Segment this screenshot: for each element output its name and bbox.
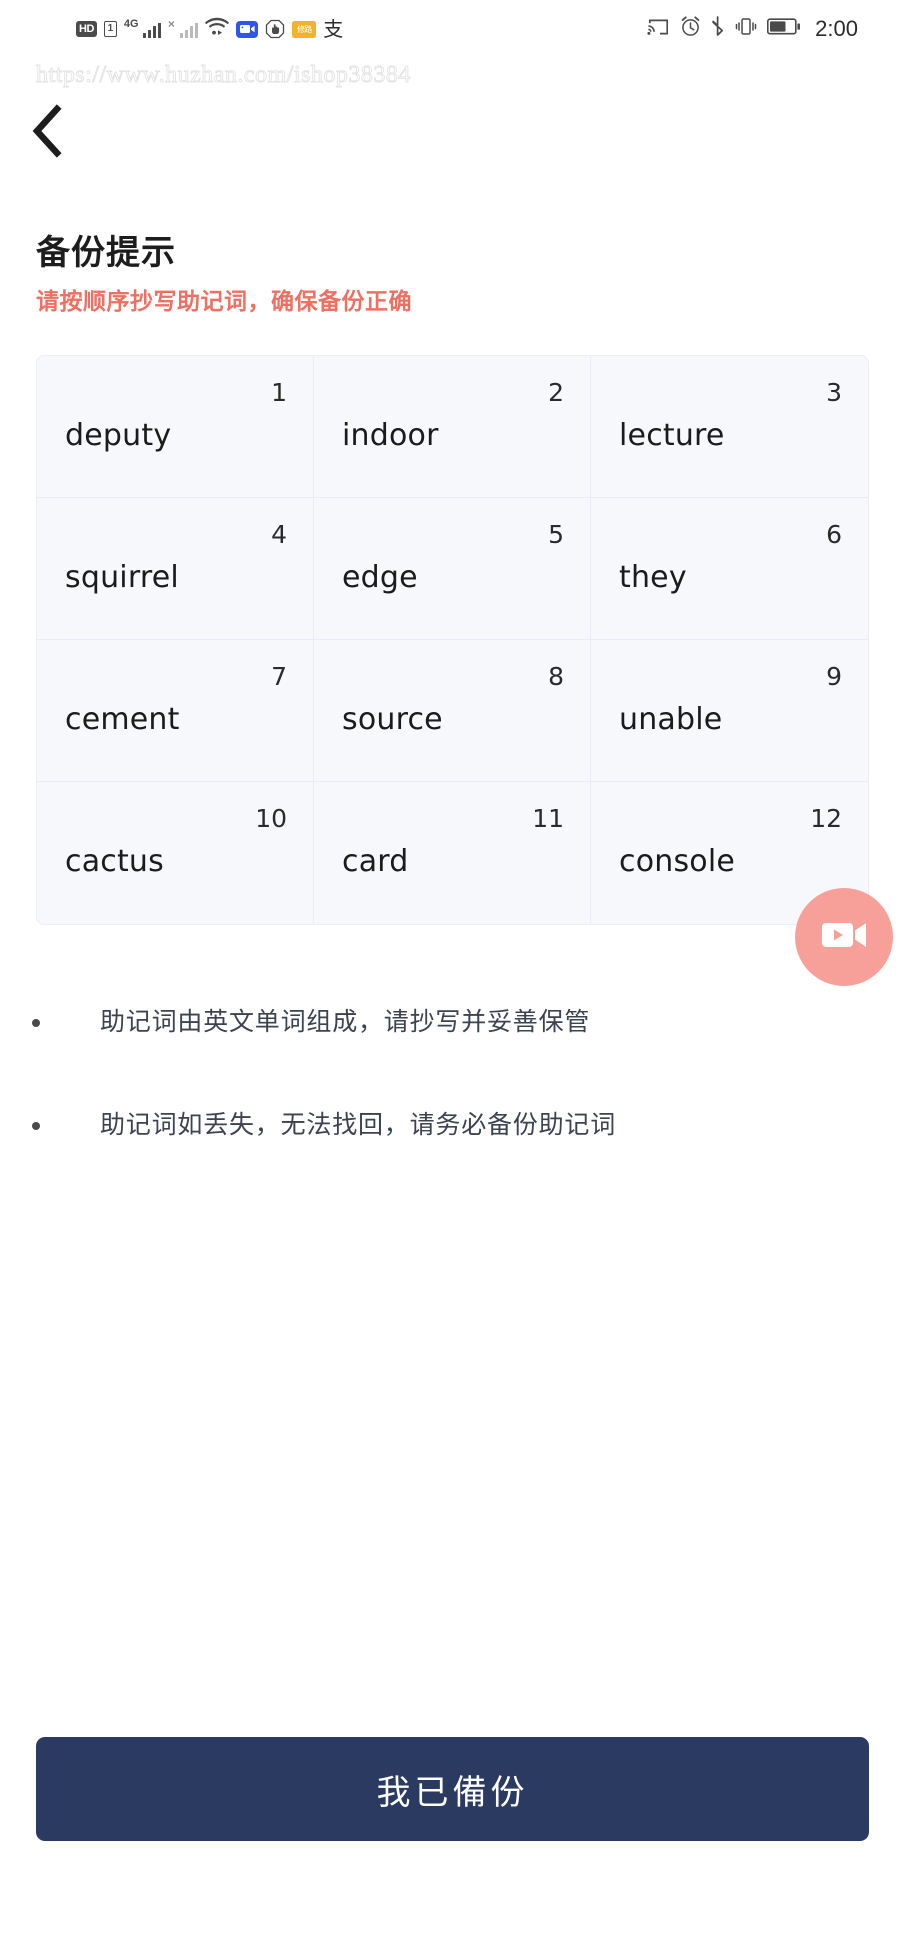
watermark-url: https://www.huzhan.com/ishop38384 [36,62,411,89]
mnemonic-cell: 3 lecture [591,356,868,498]
note-text: 助记词如丢失，无法找回，请务必备份助记词 [100,1111,617,1139]
note-item: 助记词如丢失，无法找回，请务必备份助记词 [32,1108,852,1143]
page-title: 备份提示 [36,234,176,272]
mnemonic-index: 12 [810,804,842,833]
mnemonic-index: 7 [271,662,287,691]
status-bar-left-icons: HD 1 4G × 修路 支 [76,17,343,41]
mnemonic-index: 2 [548,378,564,407]
note-text: 助记词由英文单词组成，请抄写并妥善保管 [100,1008,591,1036]
mnemonic-word: they [619,560,687,595]
vibrate-icon [735,16,757,42]
status-bar-right-icons: 2:00 [647,16,858,42]
mnemonic-word: cactus [65,844,164,879]
mnemonic-word: lecture [619,418,725,453]
mnemonic-cell: 7 cement [37,640,314,782]
wifi-icon [205,17,230,41]
mnemonic-word: card [342,844,409,879]
mnemonic-cell: 5 edge [314,498,591,640]
note-item: 助记词由英文单词组成，请抄写并妥善保管 [32,1005,852,1040]
road-repair-badge-icon: 修路 [292,20,317,38]
mnemonic-word: squirrel [65,560,179,595]
back-button[interactable] [30,100,100,166]
mnemonic-index: 3 [826,378,842,407]
alarm-clock-icon [680,16,701,42]
bullet-dot-icon [32,1122,40,1130]
no-signal-icon: × [167,17,175,31]
mnemonic-word: cement [65,702,180,737]
chevron-left-icon [30,103,64,163]
mnemonic-word: deputy [65,418,172,453]
video-call-icon [236,20,259,38]
mnemonic-index: 6 [826,520,842,549]
signal-bars-inactive-icon [179,21,199,38]
mnemonic-cell: 8 source [314,640,591,782]
app-screen: HD 1 4G × 修路 支 2:00 https://www.huzhan.c… [0,0,900,1950]
mnemonic-index: 9 [826,662,842,691]
mnemonic-word: unable [619,702,723,737]
mnemonic-index: 5 [548,520,564,549]
mnemonic-cell: 6 they [591,498,868,640]
signal-bars-icon [142,21,161,38]
mnemonic-cell: 2 indoor [314,356,591,498]
battery-icon [767,17,801,41]
floating-video-button[interactable] [795,888,893,986]
mnemonic-index: 8 [548,662,564,691]
mnemonic-cell: 9 unable [591,640,868,782]
mnemonic-index: 4 [271,520,287,549]
mnemonic-cell: 1 deputy [37,356,314,498]
status-bar-clock: 2:00 [815,16,858,41]
cast-icon [647,17,670,42]
mnemonic-word: source [342,702,443,737]
mnemonic-cell: 10 cactus [37,782,314,924]
alipay-icon: 支 [323,17,344,41]
confirm-backed-up-button[interactable]: 我已備份 [36,1737,869,1841]
mnemonic-index: 1 [271,378,287,407]
mnemonic-cell: 11 card [314,782,591,924]
hand-block-icon [265,19,285,39]
mnemonic-word: edge [342,560,418,595]
mnemonic-word-grid: 1 deputy 2 indoor 3 lecture 4 squirrel 5 edge 6 the… [36,355,869,925]
mnemonic-index: 11 [532,804,564,833]
bluetooth-icon [711,16,725,42]
mnemonic-cell: 4 squirrel [37,498,314,640]
mnemonic-word: indoor [342,418,439,453]
status-bar: HD 1 4G × 修路 支 2:00 [0,0,900,58]
hd-icon: HD [76,21,97,37]
bullet-dot-icon [32,1019,40,1027]
sim-card-icon: 1 [103,21,117,37]
network-generation-label: 4G [123,18,139,30]
mnemonic-index: 10 [255,804,287,833]
video-camera-play-icon [821,919,867,956]
page-subtitle-warning: 请按顺序抄写助记词，确保备份正确 [36,288,412,314]
notes-list: 助记词由英文单词组成，请抄写并妥善保管 助记词如丢失，无法找回，请务必备份助记词 [32,1005,852,1211]
mnemonic-word: console [619,844,736,879]
